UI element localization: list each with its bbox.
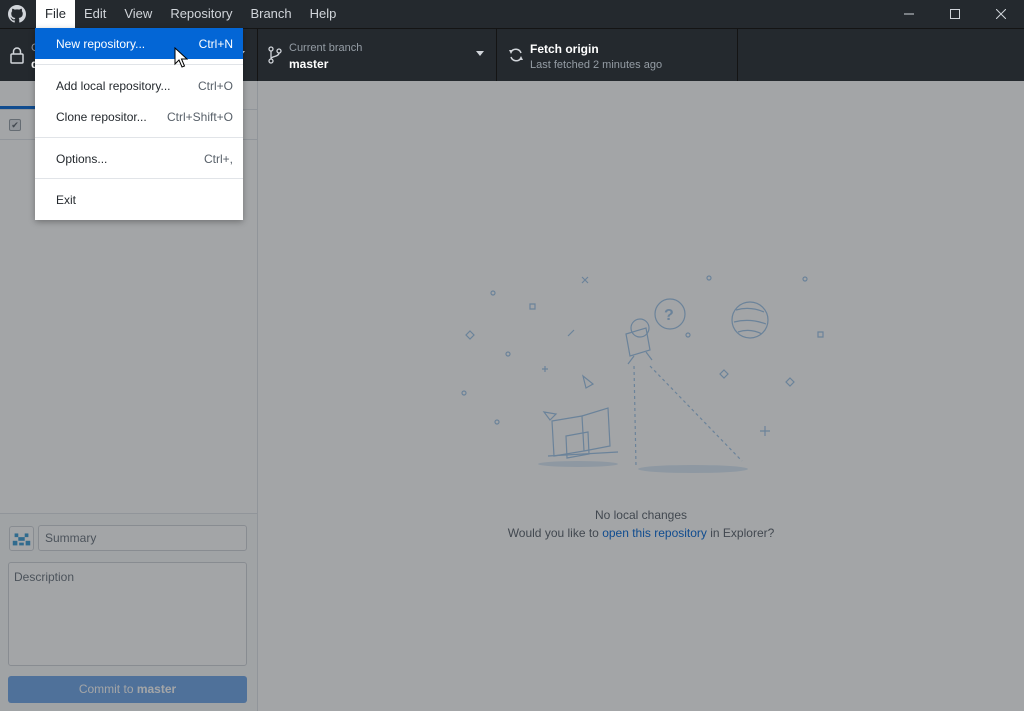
fetch-origin-title: Fetch origin bbox=[530, 42, 599, 56]
maximize-icon bbox=[950, 9, 960, 19]
menu-item-shortcut: Ctrl+O bbox=[197, 78, 233, 93]
maximize-button[interactable] bbox=[932, 0, 978, 28]
github-logo-icon[interactable] bbox=[8, 5, 26, 23]
menu-item-shortcut: Ctrl+Shift+O bbox=[166, 109, 233, 124]
menu-item-label: Add local repository... bbox=[56, 78, 171, 93]
menu-item-new-repository[interactable]: New repository... Ctrl+N bbox=[35, 28, 243, 59]
menu-branch[interactable]: Branch bbox=[241, 0, 300, 28]
close-button[interactable] bbox=[978, 0, 1024, 28]
menu-item-shortcut: Ctrl+, bbox=[203, 151, 233, 166]
branch-caret-icon bbox=[476, 51, 484, 56]
menu-item-exit[interactable]: Exit bbox=[35, 184, 243, 215]
menu-item-label: Clone repositor... bbox=[56, 109, 147, 124]
menu-item-add-local-repository[interactable]: Add local repository... Ctrl+O bbox=[35, 70, 243, 101]
title-bar: File Edit View Repository Branch Help bbox=[0, 0, 1024, 28]
lock-icon bbox=[10, 47, 24, 64]
branch-selector[interactable]: Current branch master bbox=[258, 29, 497, 81]
menu-edit[interactable]: Edit bbox=[75, 0, 115, 28]
menu-item-clone-repository[interactable]: Clone repositor... Ctrl+Shift+O bbox=[35, 101, 243, 132]
window-controls bbox=[886, 0, 1024, 28]
fetch-origin-button[interactable]: Fetch origin Last fetched 2 minutes ago bbox=[497, 29, 738, 81]
branch-label: Current branch bbox=[289, 42, 363, 54]
mouse-cursor-icon bbox=[174, 47, 188, 68]
branch-icon bbox=[268, 46, 282, 64]
menu-item-label: Exit bbox=[56, 192, 77, 207]
menu-item-label: Options... bbox=[56, 151, 108, 166]
menu-item-label: New repository... bbox=[56, 36, 146, 51]
close-icon bbox=[996, 9, 1006, 19]
minimize-icon bbox=[904, 13, 914, 15]
menu-item-options[interactable]: Options... Ctrl+, bbox=[35, 143, 243, 174]
branch-name: master bbox=[289, 57, 329, 71]
menu-help[interactable]: Help bbox=[301, 0, 346, 28]
menu-item-shortcut: Ctrl+N bbox=[198, 36, 233, 51]
sync-icon bbox=[509, 48, 523, 62]
menu-bar: File Edit View Repository Branch Help bbox=[36, 0, 345, 28]
menu-view[interactable]: View bbox=[115, 0, 161, 28]
last-fetched-text: Last fetched 2 minutes ago bbox=[530, 59, 663, 71]
menu-separator bbox=[35, 178, 243, 179]
menu-file[interactable]: File bbox=[36, 0, 75, 28]
menu-separator bbox=[35, 64, 243, 65]
menu-separator bbox=[35, 137, 243, 138]
menu-repository[interactable]: Repository bbox=[161, 0, 241, 28]
file-menu-dropdown: New repository... Ctrl+N Add local repos… bbox=[35, 28, 243, 220]
minimize-button[interactable] bbox=[886, 0, 932, 28]
